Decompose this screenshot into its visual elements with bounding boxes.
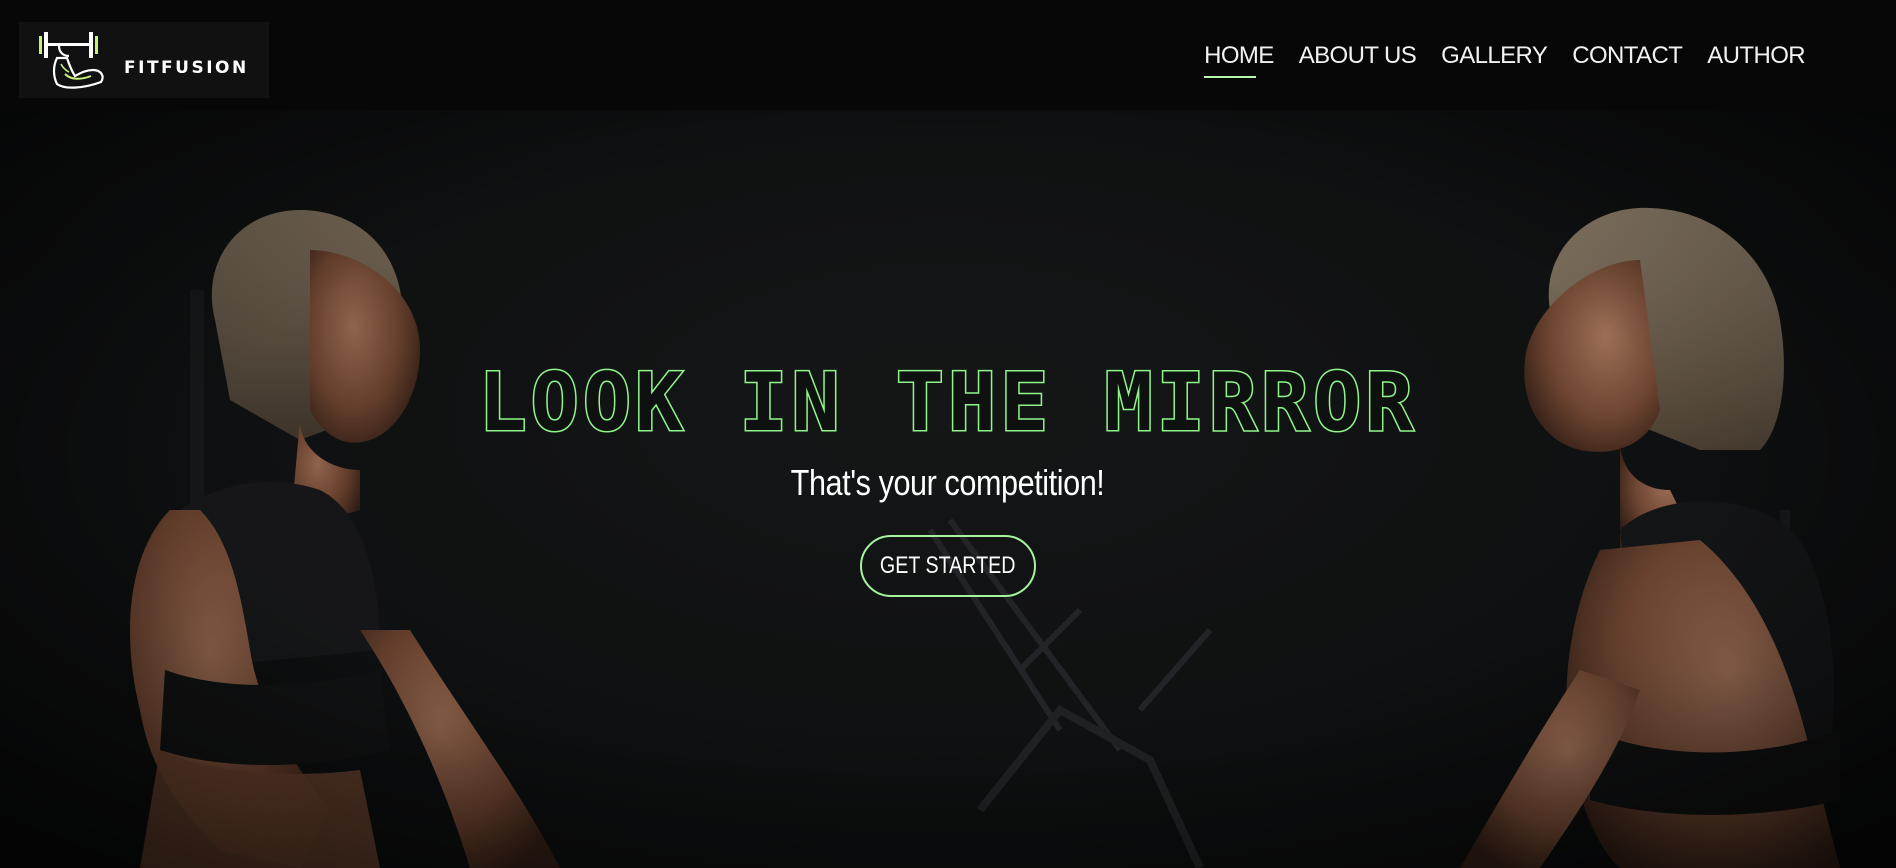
nav-contact-wrap: CONTACT: [1572, 42, 1683, 73]
nav-gallery-wrap: GALLERY: [1441, 42, 1548, 73]
nav-home-wrap: HOME: [1204, 42, 1274, 78]
flexed-arm-dumbbell-icon: [39, 32, 104, 89]
nav-item-about-us[interactable]: ABOUT US: [1299, 42, 1417, 73]
landing-page: FITFUSION HOME ABOUT US GALLERY CONTACT …: [0, 0, 1896, 868]
get-started-label: GET STARTED: [880, 552, 1016, 579]
nav-item-home[interactable]: HOME: [1204, 42, 1274, 73]
nav-author-wrap: AUTHOR: [1707, 42, 1805, 70]
hero-section: LOOK IN THE MIRROR That's your competiti…: [0, 110, 1896, 868]
nav-item-gallery[interactable]: GALLERY: [1441, 42, 1548, 73]
hero-subtitle: That's your competition!: [0, 462, 1896, 504]
nav-about-wrap: ABOUT US: [1299, 42, 1417, 73]
main-nav: HOME ABOUT US GALLERY CONTACT AUTHOR: [1204, 42, 1806, 78]
hero-subtitle-text: That's your competition!: [791, 462, 1105, 503]
nav-item-contact[interactable]: CONTACT: [1572, 42, 1683, 73]
get-started-button[interactable]: GET STARTED: [860, 535, 1036, 597]
site-header: FITFUSION HOME ABOUT US GALLERY CONTACT …: [0, 0, 1896, 110]
brand-name: FITFUSION: [124, 58, 249, 78]
hero-title: LOOK IN THE MIRROR: [477, 356, 1418, 449]
nav-item-author[interactable]: AUTHOR: [1707, 42, 1805, 73]
brand-logo[interactable]: FITFUSION: [19, 22, 269, 98]
